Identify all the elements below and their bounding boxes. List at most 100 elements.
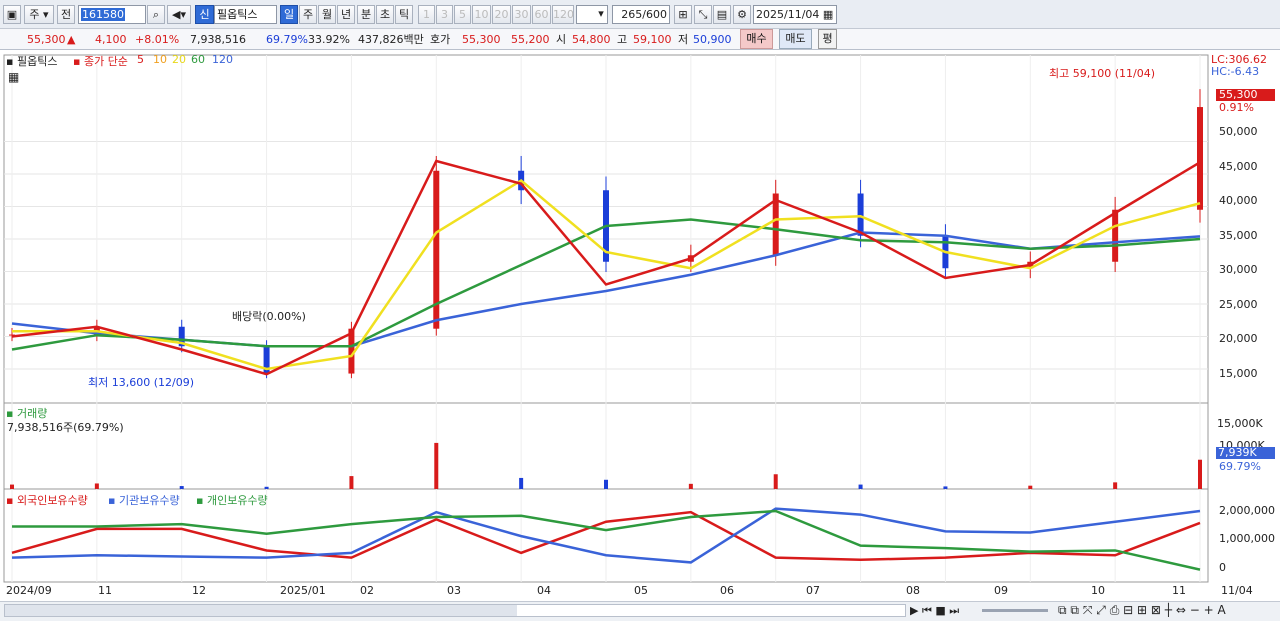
candle-body: [1112, 209, 1119, 262]
sell-button[interactable]: 매도: [779, 29, 812, 49]
volume-bar: [688, 483, 693, 489]
y-tick-label: 15,000: [1219, 367, 1258, 380]
open-price: 54,800: [572, 33, 611, 46]
market-label: 주: [29, 8, 40, 21]
balance-button[interactable]: 평: [818, 29, 837, 49]
stop-icon[interactable]: ■: [935, 604, 945, 617]
count-total: /600: [642, 8, 667, 21]
window-icon[interactable]: ▣: [3, 5, 21, 24]
x-tick-label: 07: [806, 584, 820, 597]
zoom-out-icon[interactable]: −: [1190, 603, 1200, 617]
split-icon[interactable]: ⊞: [1137, 603, 1147, 617]
y-tick-label: 40,000: [1219, 194, 1258, 207]
volume-ratio: 69.79%: [266, 33, 308, 46]
stock-chart[interactable]: [0, 50, 1280, 621]
copy-icon[interactable]: ⧉: [1058, 603, 1067, 617]
period-tab-day[interactable]: 일: [280, 5, 298, 24]
calendar-icon[interactable]: ▦: [823, 8, 833, 21]
holder-tick-label: 2,000,000: [1219, 504, 1275, 517]
chevron-down-icon[interactable]: ▾: [594, 5, 608, 24]
crosshair-icon[interactable]: ┼: [1165, 603, 1172, 617]
volume-bar: [943, 486, 948, 489]
market-select[interactable]: 주 ▾: [24, 5, 54, 24]
rewind-icon[interactable]: ⏮: [922, 604, 932, 617]
ask-price: 55,300: [462, 33, 501, 46]
save-icon[interactable]: ▤: [713, 5, 731, 24]
open-label: 시: [556, 33, 567, 46]
legend-ma5: 5: [137, 53, 144, 66]
playback-controls: ▶ ⏮ ■ ⏭: [910, 603, 959, 618]
layout-icon[interactable]: ⊟: [1123, 603, 1133, 617]
compare-icon[interactable]: ⤡: [694, 5, 712, 24]
x-tick-label: 11: [1172, 584, 1186, 597]
legend-institution: ▪ 기관보유수량: [108, 494, 180, 507]
min-10[interactable]: 10: [472, 5, 491, 24]
high-label: 고: [617, 33, 628, 46]
legend-stock-name: ▪ 필옵틱스: [6, 55, 58, 68]
legend-individual-text: 개인보유수량: [206, 494, 268, 507]
vol-tick-label: 15,000K: [1217, 417, 1263, 430]
legend-close-label: ▪ 종가 단순: [73, 55, 128, 68]
restore-icon[interactable]: ⤢: [1096, 603, 1106, 617]
date-input[interactable]: 2025/11/04 ▦: [753, 5, 837, 24]
period-tab-second[interactable]: 초: [376, 5, 394, 24]
fit-icon[interactable]: ⤧: [1083, 603, 1093, 617]
x-tick-label: 02: [360, 584, 374, 597]
y-tick-label: 30,000: [1219, 263, 1258, 276]
volume-value: 7,938,516: [190, 33, 246, 46]
scrollbar-thumb[interactable]: [5, 605, 517, 616]
min-120[interactable]: 120: [552, 5, 574, 24]
print-icon[interactable]: ⎙: [1110, 603, 1120, 617]
forward-icon[interactable]: ⏭: [949, 604, 959, 617]
last-rate: 0.91%: [1219, 101, 1254, 114]
period-tab-month[interactable]: 월: [318, 5, 336, 24]
low-price: 50,900: [693, 33, 732, 46]
min-60[interactable]: 60: [532, 5, 551, 24]
min-3[interactable]: 3: [436, 5, 453, 24]
period-tab-tick[interactable]: 틱: [395, 5, 413, 24]
table-icon[interactable]: ▦: [8, 70, 19, 84]
high-price: 59,100: [633, 33, 672, 46]
holder-tick-label: 1,000,000: [1219, 532, 1275, 545]
min-1[interactable]: 1: [418, 5, 435, 24]
legend-ma60: 60: [191, 53, 205, 66]
zoom-fit-icon[interactable]: ⊠: [1151, 603, 1161, 617]
x-tick-label: 03: [447, 584, 461, 597]
legend-institution-text: 기관보유수량: [118, 494, 180, 507]
speaker-icon[interactable]: ◀▾: [167, 5, 191, 24]
x-tick-label: 11: [98, 584, 112, 597]
scrollbar-track[interactable]: [4, 604, 906, 617]
count-input[interactable]: 265/600: [612, 5, 670, 24]
min-20[interactable]: 20: [492, 5, 511, 24]
search-icon[interactable]: ⌕: [147, 5, 165, 24]
zoom-in-icon[interactable]: +: [1204, 603, 1214, 617]
grid-icon[interactable]: ⊞: [674, 5, 692, 24]
x-tick-label: 2024/09: [6, 584, 52, 597]
low-label: 저: [678, 33, 689, 46]
buy-button[interactable]: 매수: [740, 29, 773, 49]
y-tick-label: 25,000: [1219, 298, 1258, 311]
candle-body: [1197, 107, 1203, 210]
speed-slider[interactable]: [982, 609, 1048, 612]
min-5[interactable]: 5: [454, 5, 471, 24]
period-tab-week[interactable]: 주: [299, 5, 317, 24]
gear-icon[interactable]: ⚙: [733, 5, 751, 24]
move-icon[interactable]: ⇔: [1176, 603, 1186, 617]
volume-bar: [1198, 459, 1202, 489]
prev-button[interactable]: 전: [57, 5, 75, 24]
x-tick-label: 08: [906, 584, 920, 597]
high-annotation: 최고 59,100 (11/04): [1049, 67, 1156, 80]
volume-bar: [1028, 485, 1033, 489]
last-volume-badge: 7,939K: [1216, 447, 1275, 459]
font-size-icon[interactable]: A: [1218, 603, 1226, 617]
stock-name[interactable]: 필옵틱스: [214, 5, 277, 24]
last-price-badge: 55,300: [1216, 89, 1275, 101]
period-tab-year[interactable]: 년: [337, 5, 355, 24]
code-input[interactable]: 161580: [78, 5, 146, 24]
period-tab-minute[interactable]: 분: [357, 5, 375, 24]
play-icon[interactable]: ▶: [910, 604, 918, 617]
min-30[interactable]: 30: [512, 5, 531, 24]
compare-chart-icon[interactable]: ⧉: [1070, 603, 1079, 617]
hc-label: HC:-6.43: [1211, 65, 1260, 78]
holder-tick-label: 0: [1219, 561, 1226, 574]
